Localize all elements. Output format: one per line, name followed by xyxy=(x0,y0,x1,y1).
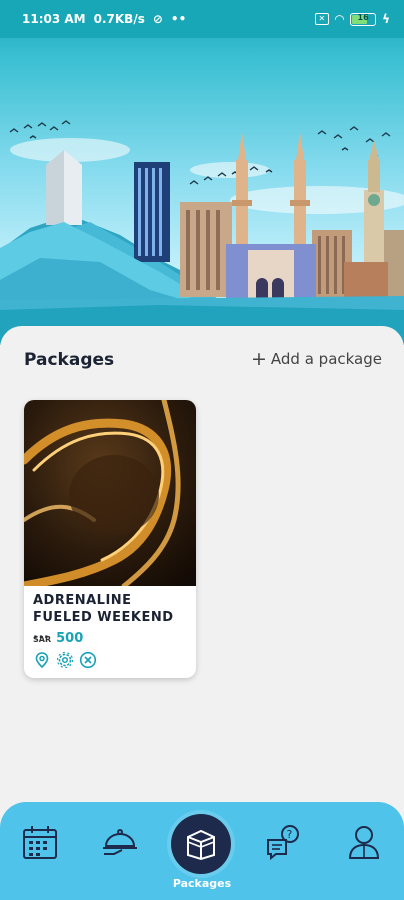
more-dots-icon: •• xyxy=(170,12,187,26)
help-chat-icon: ? xyxy=(267,825,299,861)
location-pin-icon[interactable] xyxy=(33,651,51,669)
battery-level: 16 xyxy=(357,12,369,22)
bottom-navigation: Packages ? xyxy=(0,802,404,900)
status-bar: 11:03 AM 0.7KB/s ⊘ •• ✕ ◠ 16 ϟ xyxy=(0,0,404,38)
package-image xyxy=(24,400,196,586)
city-skyline-illustration xyxy=(0,120,404,345)
section-title: Packages xyxy=(24,350,115,370)
kaaba-icon xyxy=(187,829,215,861)
notification-icon: ⊘ xyxy=(152,12,163,26)
price-value: 500 xyxy=(56,631,84,646)
nav-calendar[interactable] xyxy=(20,822,60,862)
settings-gear-icon[interactable] xyxy=(56,651,74,669)
nav-food[interactable] xyxy=(100,822,140,862)
status-time: 11:03 AM xyxy=(22,12,86,26)
hero-banner xyxy=(0,0,404,345)
sim-icon: ✕ xyxy=(314,13,329,25)
profile-icon xyxy=(348,826,380,859)
package-card[interactable]: ADRENALINE FUELED WEEKEND ... SAR 500 xyxy=(24,400,196,678)
calendar-icon xyxy=(23,826,57,859)
svg-text:?: ? xyxy=(287,828,293,841)
nav-packages-label: Packages xyxy=(172,877,232,890)
packages-section: Packages + Add a package ADRENALINE FUEL… xyxy=(0,326,404,826)
package-price: SAR 500 xyxy=(33,631,83,646)
battery-icon: 16 xyxy=(350,12,377,26)
add-package-label: Add a package xyxy=(270,350,382,368)
nav-packages[interactable] xyxy=(171,814,231,874)
plus-icon: + xyxy=(250,348,267,370)
status-speed: 0.7KB/s xyxy=(93,12,145,26)
nav-profile[interactable] xyxy=(344,822,384,862)
remove-circle-icon[interactable] xyxy=(79,651,97,669)
nav-help[interactable]: ? xyxy=(264,822,304,862)
currency: SAR xyxy=(33,635,52,644)
add-package-button[interactable]: + Add a package xyxy=(250,348,382,370)
package-actions xyxy=(33,651,97,669)
wifi-icon: ◠ xyxy=(334,12,345,26)
food-cloche-icon xyxy=(103,829,137,855)
charging-icon: ϟ xyxy=(382,12,390,26)
